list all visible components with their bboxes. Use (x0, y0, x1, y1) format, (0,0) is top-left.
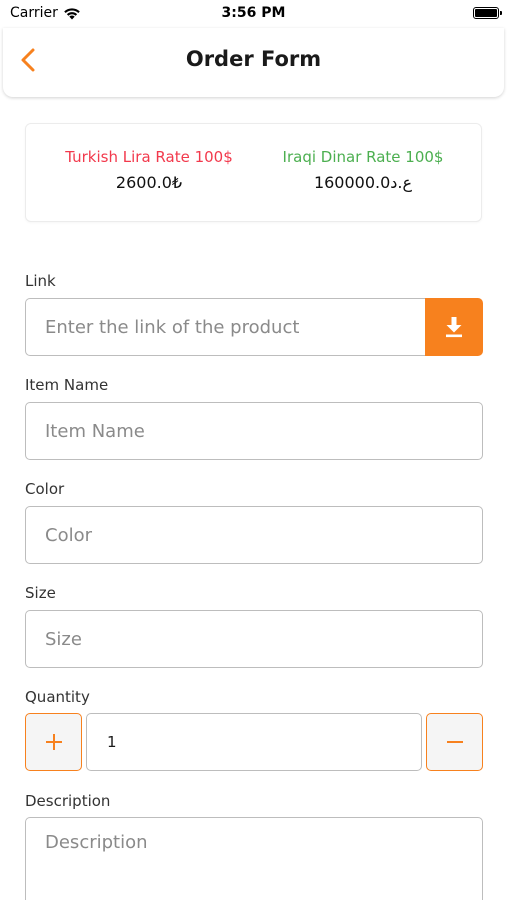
description-textarea[interactable]: Description (25, 817, 483, 900)
item-name-input[interactable] (45, 420, 482, 442)
exchange-rate-card: Turkish Lira Rate 100$ 2600.0₺ Iraqi Din… (25, 123, 482, 222)
battery-icon (473, 7, 502, 19)
page-title: Order Form (185, 47, 322, 71)
description-label: Description (25, 792, 111, 810)
nav-header: Order Form (3, 28, 504, 97)
download-button[interactable] (425, 298, 483, 356)
item-name-field[interactable] (25, 402, 483, 460)
color-label: Color (25, 480, 65, 498)
download-icon (446, 317, 462, 338)
color-input[interactable] (45, 524, 482, 546)
size-label: Size (25, 584, 56, 602)
dinar-rate-title: Iraqi Dinar Rate 100$ (282, 148, 444, 166)
dinar-rate-value: 160000.0ع.د (313, 173, 413, 192)
lira-rate: Turkish Lira Rate 100$ 2600.0₺ (49, 148, 249, 192)
status-time: 3:56 PM (221, 5, 286, 21)
quantity-decrement-button[interactable] (426, 713, 483, 771)
size-field[interactable] (25, 610, 483, 668)
lira-rate-title: Turkish Lira Rate 100$ (65, 148, 233, 166)
link-field[interactable] (25, 298, 425, 356)
item-name-label: Item Name (25, 376, 109, 394)
order-form-screen: Carrier 3:56 PM Order Form Turkish Lira … (0, 0, 507, 900)
color-field[interactable] (25, 506, 483, 564)
link-input[interactable] (45, 316, 425, 338)
status-bar: Carrier 3:56 PM (0, 0, 507, 28)
quantity-increment-button[interactable] (25, 713, 82, 771)
lira-rate-value: 2600.0₺ (115, 173, 183, 192)
size-input[interactable] (45, 628, 482, 650)
quantity-label: Quantity (25, 688, 90, 706)
link-label: Link (25, 272, 56, 290)
minus-icon (446, 741, 463, 743)
quantity-input[interactable]: 1 (86, 713, 422, 771)
plus-icon (45, 734, 62, 750)
dinar-rate: Iraqi Dinar Rate 100$ 160000.0ع.د (263, 148, 463, 192)
